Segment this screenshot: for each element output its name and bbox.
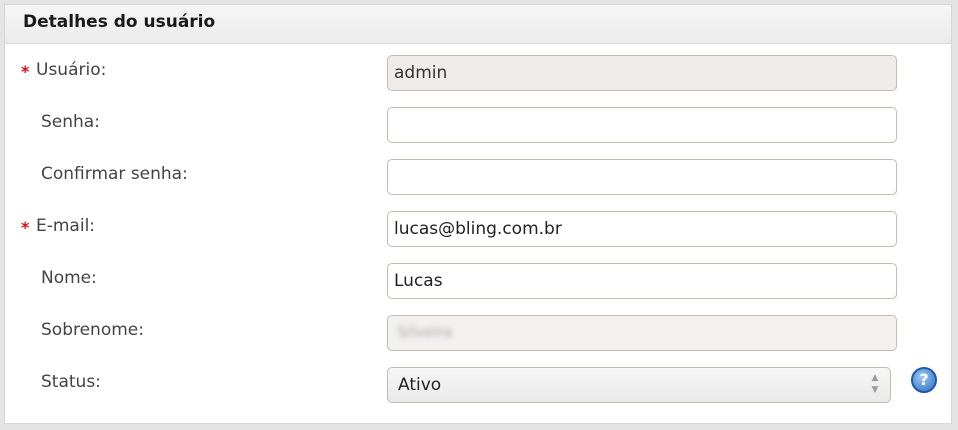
confirmar-senha-label: Confirmar senha:	[41, 164, 188, 184]
nome-field[interactable]	[387, 263, 897, 299]
confirmar-senha-field[interactable]	[387, 159, 897, 195]
nome-label: Nome:	[41, 268, 97, 288]
user-details-panel: Detalhes do usuário * Usuário: Senha: Co…	[4, 4, 952, 424]
senha-field[interactable]	[387, 107, 897, 143]
sobrenome-label: Sobrenome:	[41, 320, 144, 340]
sobrenome-field[interactable]	[387, 315, 897, 351]
required-marker: *	[21, 62, 30, 81]
sobrenome-value: Silveira	[397, 323, 453, 341]
select-arrows-icon: ▲ ▼	[871, 373, 879, 395]
email-field[interactable]	[387, 211, 897, 247]
help-icon[interactable]: ?	[911, 367, 937, 393]
status-select-value: Ativo	[398, 375, 442, 395]
email-label: E-mail:	[36, 216, 96, 236]
panel-title: Detalhes do usuário	[23, 12, 216, 32]
required-marker: *	[21, 218, 30, 237]
status-label: Status:	[41, 372, 101, 392]
senha-label: Senha:	[41, 112, 100, 132]
panel-header: Detalhes do usuário	[5, 5, 951, 44]
usuario-field[interactable]	[387, 55, 897, 91]
usuario-label: Usuário:	[36, 60, 107, 80]
status-select[interactable]: Ativo ▲ ▼	[387, 367, 891, 403]
